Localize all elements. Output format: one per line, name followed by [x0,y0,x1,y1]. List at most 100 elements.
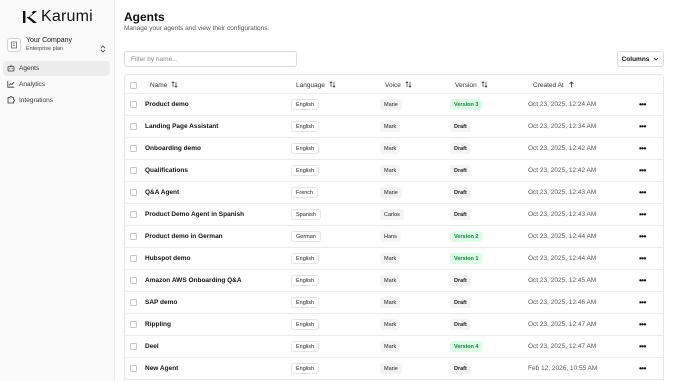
created-at: Oct 23, 2025, 12:43 AM [528,211,597,218]
row-checkbox[interactable] [130,189,137,196]
voice-badge: Mark [380,121,401,132]
version-badge: Draft [450,319,471,330]
table-row[interactable]: SAP demo English Mark Draft Oct 23, 2025, 12… [125,292,663,314]
language-badge: English [291,319,320,330]
more-horizontal-icon[interactable]: ••• [639,276,646,285]
agent-name[interactable]: SAP demo [145,299,177,306]
more-horizontal-icon[interactable]: ••• [639,342,646,351]
agent-name[interactable]: Onboarding demo [145,145,201,152]
more-horizontal-icon[interactable]: ••• [639,166,646,175]
column-header-created-at[interactable]: Created At [533,81,575,90]
brand-logo[interactable]: Karumi [23,9,93,25]
agent-name[interactable]: Hubspot demo [145,255,191,262]
row-checkbox[interactable] [130,277,137,284]
sidebar-item-integrations[interactable]: Integrations [3,93,110,108]
column-header-version[interactable]: Version [455,81,488,90]
agent-name[interactable]: Qualifications [145,167,188,174]
more-horizontal-icon[interactable]: ••• [639,232,646,241]
version-badge: Version 1 [450,253,483,264]
more-horizontal-icon[interactable]: ••• [639,254,646,263]
version-badge: Draft [450,165,471,176]
more-horizontal-icon[interactable]: ••• [639,320,646,329]
table-row[interactable]: Product demo in German German Hans Version … [125,226,663,248]
sort-arrows-icon [477,81,488,90]
table-row[interactable]: Product Demo Agent in Spanish Spanish Carl… [125,204,663,226]
more-horizontal-icon[interactable]: ••• [639,188,646,197]
created-at: Oct 23, 2025, 12:24 AM [528,101,597,108]
language-badge: German [291,231,321,242]
table-row[interactable]: Product demo English Marie Version 3 Oct 23,… [125,94,663,116]
version-badge: Version 4 [450,341,483,352]
table-row[interactable]: Hubspot demo English Mark Version 1 Oct 23, … [125,248,663,270]
table-row[interactable]: Qualifications English Mark Draft Oct 23, 20… [125,160,663,182]
bot-icon [7,64,19,74]
column-header-name[interactable]: Name [150,81,178,90]
more-horizontal-icon[interactable]: ••• [639,364,646,373]
row-checkbox[interactable] [130,101,137,108]
column-header-voice[interactable]: Voice [385,81,412,90]
voice-badge: Mark [380,165,401,176]
table-row[interactable]: Q&A Agent French Marie Draft Oct 23, 2025, 1… [125,182,663,204]
filter-by-name-input[interactable] [124,51,297,67]
column-header-language[interactable]: Language [296,81,336,90]
agent-name[interactable]: Landing Page Assistant [145,123,218,130]
row-checkbox[interactable] [130,365,137,372]
table-row[interactable]: Onboarding demo English Mark Draft Oct 23, 2… [125,138,663,160]
row-checkbox[interactable] [130,123,137,130]
sidebar-item-agents[interactable]: Agents [3,61,110,76]
sort-arrows-icon [401,81,412,90]
voice-badge: Carlos [380,209,404,220]
table-row[interactable]: Landing Page Assistant English Mark Draft Oc… [125,116,663,138]
agent-name[interactable]: Product demo [145,101,189,108]
table-row[interactable]: New Agent English Marie Draft Feb 12, 2026, … [125,358,663,380]
row-checkbox[interactable] [130,233,137,240]
sort-arrows-icon [325,81,336,90]
column-header-label: Language [296,82,325,89]
table-row[interactable]: Deel English Mark Version 4 Oct 23, 2025, 12… [125,336,663,358]
language-badge: English [291,275,320,286]
columns-button[interactable]: Columns [617,51,664,67]
sidebar-item-analytics[interactable]: Analytics [3,77,110,92]
table-row[interactable]: Amazon AWS Onboarding Q&A English Mark Draf… [125,270,663,292]
sidebar-item-label: Analytics [19,81,46,88]
agents-table: Name Language Voice Version Created At P… [124,74,664,381]
row-checkbox[interactable] [130,343,137,350]
language-badge: English [291,253,320,264]
company-switcher[interactable]: Your Company Enterprise plan [5,34,110,55]
more-horizontal-icon[interactable]: ••• [639,210,646,219]
created-at: Feb 12, 2026, 10:55 AM [528,365,598,372]
created-at: Oct 23, 2025, 12:42 AM [528,167,597,174]
select-all-checkbox[interactable] [130,82,137,89]
created-at: Oct 23, 2025, 12:47 AM [528,343,597,350]
chevron-down-icon [649,56,659,63]
voice-badge: Marie [380,99,402,110]
agent-name[interactable]: Product demo in German [145,233,223,240]
more-horizontal-icon[interactable]: ••• [639,298,646,307]
agent-name[interactable]: New Agent [145,365,178,372]
agent-name[interactable]: Product Demo Agent in Spanish [145,211,244,218]
table-row[interactable]: Rippling English Mark Draft Oct 23, 2025, 12… [125,314,663,336]
voice-badge: Mark [380,319,401,330]
row-checkbox[interactable] [130,211,137,218]
voice-badge: Hans [380,231,401,242]
language-badge: French [291,187,319,198]
row-checkbox[interactable] [130,167,137,174]
voice-badge: Mark [380,297,401,308]
more-horizontal-icon[interactable]: ••• [639,144,646,153]
more-horizontal-icon[interactable]: ••• [639,122,646,131]
agent-name[interactable]: Deel [145,343,159,350]
language-badge: English [291,143,320,154]
created-at: Oct 23, 2025, 12:47 AM [528,321,597,328]
version-badge: Draft [450,363,471,374]
agent-name[interactable]: Amazon AWS Onboarding Q&A [145,277,242,284]
row-checkbox[interactable] [130,299,137,306]
agent-name[interactable]: Q&A Agent [145,189,179,196]
created-at: Oct 23, 2025, 12:42 AM [528,145,597,152]
chart-icon [7,80,19,90]
more-horizontal-icon[interactable]: ••• [639,100,646,109]
row-checkbox[interactable] [130,145,137,152]
row-checkbox[interactable] [130,321,137,328]
columns-button-label: Columns [621,55,650,63]
row-checkbox[interactable] [130,255,137,262]
agent-name[interactable]: Rippling [145,321,171,328]
